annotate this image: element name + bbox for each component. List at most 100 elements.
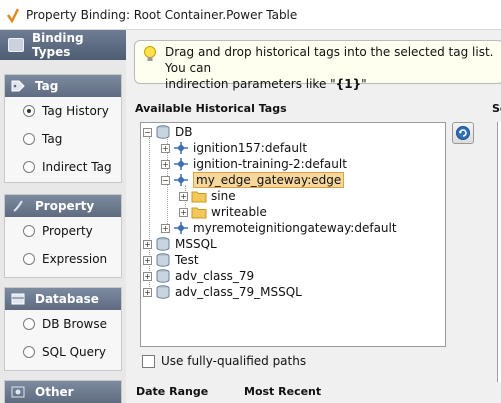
folder-icon (191, 207, 207, 219)
tip-line-2-suffix: " (361, 77, 367, 91)
tag-group-header[interactable]: Tag (5, 75, 121, 97)
database-icon (156, 253, 170, 267)
tree-node-label: DB (175, 125, 193, 139)
selected-tags-list-edge (497, 122, 501, 382)
binding-option-label: Property (42, 224, 93, 238)
database-icon (156, 269, 170, 283)
window-title: Property Binding: Root Container.Power T… (26, 7, 298, 22)
radio-button[interactable] (23, 318, 35, 330)
tree-node-label: myremoteignitiongateway:default (193, 221, 397, 235)
database-group-header[interactable]: Database (5, 288, 121, 310)
tree-node-db[interactable]: + adv_class_79 (143, 268, 254, 284)
database-icon (11, 293, 25, 305)
expand-icon[interactable]: + (143, 271, 152, 281)
gateway-icon (174, 158, 188, 170)
collapse-icon[interactable]: − (143, 127, 152, 137)
binding-option-label: Indirect Tag (42, 160, 112, 174)
refresh-tags-button[interactable] (452, 122, 474, 144)
tree-node-provider-selected[interactable]: − my_edge_gateway:edge (161, 172, 345, 188)
selected-tags-header-fragment: Se (492, 102, 501, 115)
radio-button-selected[interactable] (23, 105, 35, 117)
tree-node-label: adv_class_79 (175, 269, 255, 283)
instruction-tip: Drag and drop historical tags into the s… (134, 40, 501, 91)
binding-option-label: Tag (42, 132, 63, 146)
binding-types-title: Binding Types (31, 31, 84, 59)
tree-node-folder[interactable]: + sine (179, 188, 236, 204)
binding-option-tag-history[interactable]: Tag History (5, 97, 121, 125)
tree-node-label: ignition-training-2:default (193, 157, 347, 171)
radio-button[interactable] (23, 346, 35, 358)
expand-icon[interactable]: + (143, 287, 152, 297)
property-group-title: Property (35, 199, 95, 213)
other-group: Other (4, 380, 122, 403)
tree-node-provider[interactable]: + ignition-training-2:default (161, 156, 347, 172)
selected-tags-panel-edge: Se (488, 102, 501, 403)
tip-line-2: indirection parameters like "{1}" (165, 76, 497, 92)
fully-qualified-paths-option[interactable]: Use fully-qualified paths (142, 354, 306, 368)
tag-group-title: Tag (35, 79, 59, 93)
radio-button[interactable] (23, 133, 35, 145)
tree-node-label: Test (175, 253, 199, 267)
historical-tags-tree[interactable]: − DB + ignition157:default + ignition-tr… (140, 122, 446, 347)
expand-icon[interactable]: + (161, 159, 170, 169)
gateway-icon (174, 142, 188, 154)
main-panel: Drag and drop historical tags into the s… (126, 30, 501, 403)
tree-node-db[interactable]: + Test (143, 252, 199, 268)
fully-qualified-label: Use fully-qualified paths (161, 354, 307, 368)
expand-icon[interactable]: + (179, 191, 188, 201)
radio-button[interactable] (23, 161, 35, 173)
tip-param: {1} (335, 77, 362, 91)
other-icon (11, 386, 25, 398)
property-group-header[interactable]: Property (5, 195, 121, 217)
binding-option-label: SQL Query (42, 345, 107, 359)
expand-icon[interactable]: + (179, 207, 188, 217)
gateway-icon (174, 222, 188, 234)
tree-node-label: sine (211, 189, 236, 203)
binding-option-tag[interactable]: Tag (5, 125, 121, 153)
property-group: Property Property Expression (4, 194, 122, 278)
binding-option-sql-query[interactable]: SQL Query (5, 338, 121, 366)
app-logo-icon (6, 7, 20, 23)
tree-node-label: adv_class_79_MSSQL (175, 285, 302, 299)
tree-node-db[interactable]: + adv_class_79_MSSQL (143, 284, 302, 300)
tree-node-provider[interactable]: + myremoteignitiongateway:default (161, 220, 397, 236)
binding-types-sidebar: Binding Types Tag Tag History Tag Indire… (0, 30, 126, 403)
binding-option-expression[interactable]: Expression (5, 245, 121, 273)
database-icon (156, 125, 170, 139)
database-group-title: Database (35, 292, 99, 306)
database-group: Database DB Browse SQL Query (4, 287, 122, 371)
tip-line-1: Drag and drop historical tags into the s… (165, 45, 494, 75)
tree-node-db[interactable]: − DB (143, 124, 192, 140)
radio-button[interactable] (23, 253, 35, 265)
database-icon (156, 285, 170, 299)
gateway-icon (174, 174, 188, 186)
binding-option-db-browse[interactable]: DB Browse (5, 310, 121, 338)
title-bar: Property Binding: Root Container.Power T… (0, 0, 501, 30)
other-group-title: Other (35, 385, 74, 399)
available-tags-label: Available Historical Tags (135, 102, 287, 115)
tip-line-2-prefix: indirection parameters like " (165, 77, 336, 91)
binding-option-property[interactable]: Property (5, 217, 121, 245)
expand-icon[interactable]: + (161, 223, 170, 233)
folder-icon (191, 191, 207, 203)
tree-node-label: writeable (211, 205, 267, 219)
other-group-header[interactable]: Other (5, 381, 121, 403)
binding-option-indirect-tag[interactable]: Indirect Tag (5, 153, 121, 181)
fully-qualified-checkbox[interactable] (142, 354, 155, 368)
expand-icon[interactable]: + (143, 255, 152, 265)
tree-node-provider[interactable]: + ignition157:default (161, 140, 307, 156)
binding-types-icon (8, 38, 24, 52)
expand-icon[interactable]: + (143, 239, 152, 249)
binding-option-label: Tag History (42, 104, 109, 118)
tree-node-db[interactable]: + MSSQL (143, 236, 217, 252)
expand-icon[interactable]: + (161, 143, 170, 153)
most-recent-label: Most Recent (244, 385, 322, 398)
refresh-icon (456, 126, 470, 140)
tree-node-folder[interactable]: + writeable (179, 204, 267, 220)
collapse-icon[interactable]: − (161, 175, 170, 185)
radio-button[interactable] (23, 225, 35, 237)
tree-node-label: ignition157:default (193, 141, 308, 155)
tag-group: Tag Tag History Tag Indirect Tag (4, 74, 122, 183)
binding-option-label: DB Browse (42, 317, 107, 331)
tree-node-label: MSSQL (175, 237, 217, 251)
